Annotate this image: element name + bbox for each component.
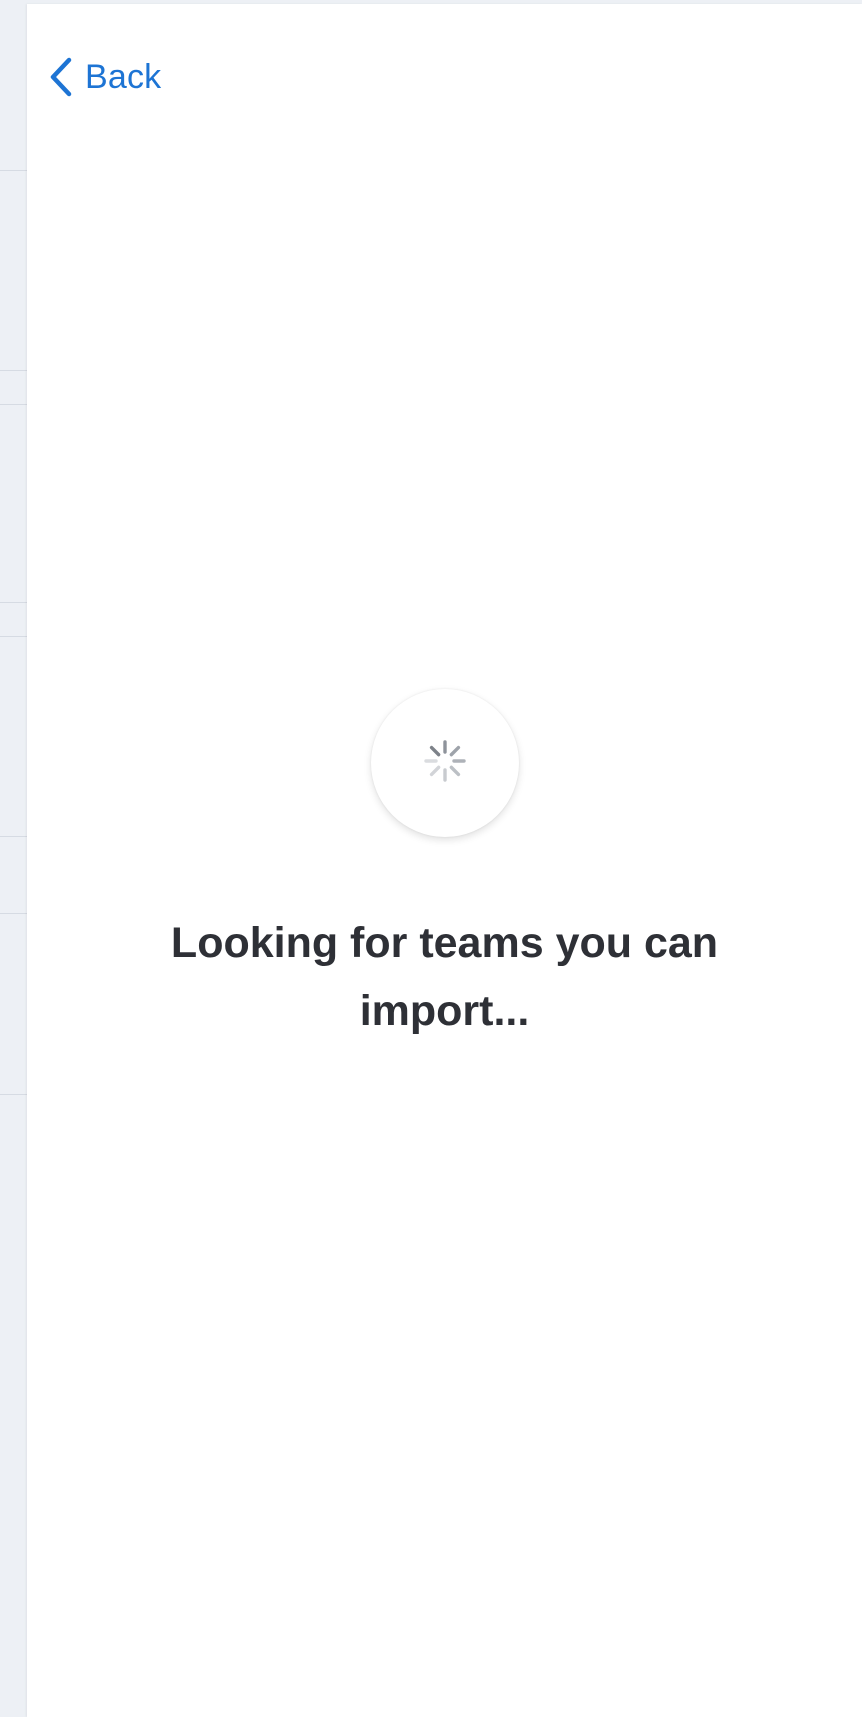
divider [0,404,30,405]
divider [0,636,30,637]
loading-state: Looking for teams you can import... [27,689,862,1045]
back-label: Back [85,58,162,96]
back-button[interactable]: Back [49,52,161,102]
spinner-container [370,689,519,837]
divider [0,1094,30,1095]
divider [0,836,30,837]
screen: Back Looking for teams you can import... [0,0,862,1717]
chevron-left-icon [49,57,73,97]
panel-header: Back [27,4,862,122]
spinner-icon [423,739,467,788]
divider [0,602,30,603]
divider [0,913,30,914]
divider [0,170,30,171]
divider [0,370,30,371]
loading-message: Looking for teams you can import... [170,919,719,1035]
background-page [0,0,30,1717]
import-teams-panel: Back Looking for teams you can import... [27,4,862,1717]
